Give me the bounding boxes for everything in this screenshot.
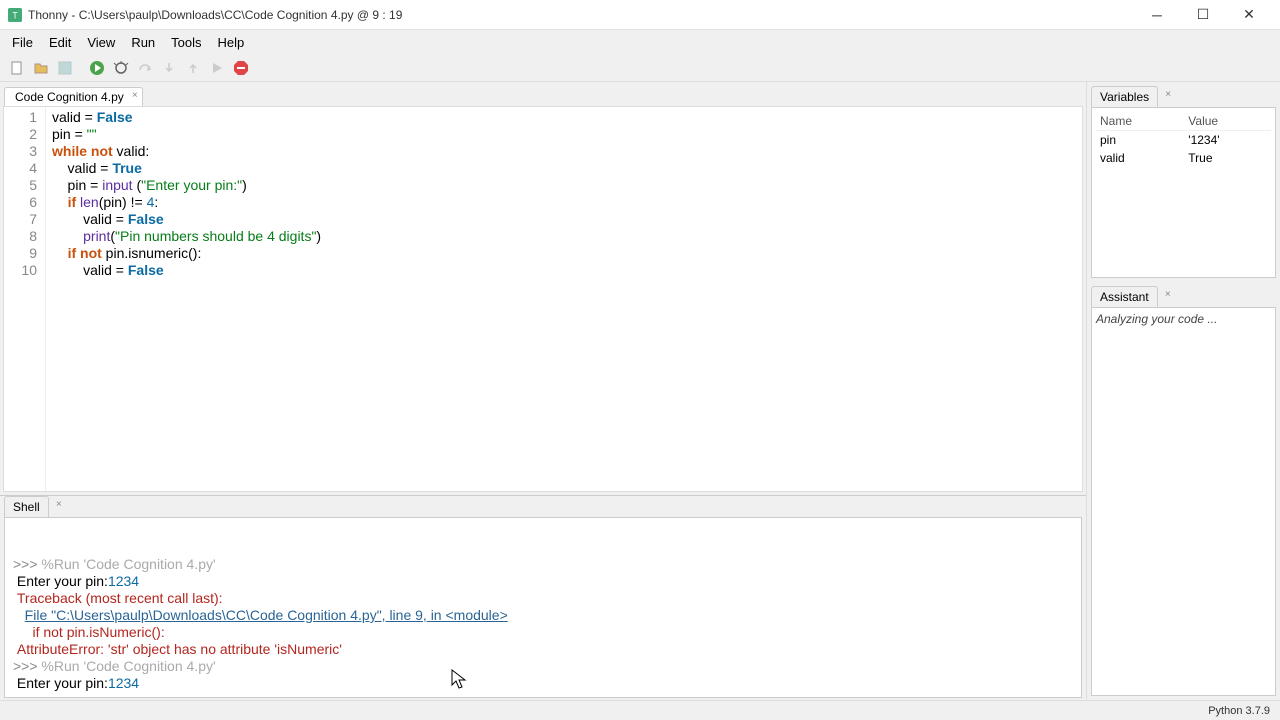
code-line[interactable]: valid = True bbox=[52, 160, 1076, 177]
var-value: True bbox=[1184, 149, 1271, 167]
app-icon: T bbox=[8, 8, 22, 22]
svg-text:T: T bbox=[12, 10, 18, 20]
menu-tools[interactable]: Tools bbox=[163, 33, 209, 52]
var-name: pin bbox=[1096, 131, 1184, 150]
tab-label: Code Cognition 4.py bbox=[15, 90, 124, 104]
code-line[interactable]: while not valid: bbox=[52, 143, 1076, 160]
editor-tabbar: Code Cognition 4.py × bbox=[0, 82, 1086, 106]
window-title: Thonny - C:\Users\paulp\Downloads\CC\Cod… bbox=[28, 8, 1134, 22]
line-number: 10 bbox=[4, 262, 37, 279]
debug-button[interactable] bbox=[110, 57, 132, 79]
step-out-button[interactable] bbox=[182, 57, 204, 79]
minimize-button[interactable]: ─ bbox=[1134, 0, 1180, 30]
code-line[interactable]: print("Pin numbers should be 4 digits") bbox=[52, 228, 1076, 245]
var-value: '1234' bbox=[1184, 131, 1271, 150]
resume-button[interactable] bbox=[206, 57, 228, 79]
stop-button[interactable] bbox=[230, 57, 252, 79]
maximize-button[interactable]: ☐ bbox=[1180, 0, 1226, 30]
line-number: 1 bbox=[4, 109, 37, 126]
code-line[interactable]: valid = False bbox=[52, 109, 1076, 126]
shell-line: File "C:\Users\paulp\Downloads\CC\Code C… bbox=[13, 607, 1073, 624]
line-number: 7 bbox=[4, 211, 37, 228]
code-line[interactable]: valid = False bbox=[52, 211, 1076, 228]
code-editor[interactable]: 12345678910 valid = Falsepin = ""while n… bbox=[3, 106, 1083, 492]
line-number: 4 bbox=[4, 160, 37, 177]
close-button[interactable]: ✕ bbox=[1226, 0, 1272, 30]
assistant-status: Analyzing your code ... bbox=[1096, 312, 1217, 326]
run-button[interactable] bbox=[86, 57, 108, 79]
shell-line: Traceback (most recent call last): bbox=[13, 590, 1073, 607]
menu-help[interactable]: Help bbox=[210, 33, 253, 52]
code-line[interactable]: valid = False bbox=[52, 262, 1076, 279]
toolbar bbox=[0, 54, 1280, 82]
step-over-button[interactable] bbox=[134, 57, 156, 79]
close-panel-icon[interactable]: × bbox=[1165, 89, 1171, 100]
var-header-name: Name bbox=[1096, 112, 1184, 131]
variable-row[interactable]: validTrue bbox=[1096, 149, 1271, 167]
var-header-value: Value bbox=[1184, 112, 1271, 131]
menu-file[interactable]: File bbox=[4, 33, 41, 52]
line-number: 2 bbox=[4, 126, 37, 143]
code-line[interactable]: pin = input ("Enter your pin:") bbox=[52, 177, 1076, 194]
shell-line: Enter your pin:1234 bbox=[13, 675, 1073, 692]
close-panel-icon[interactable]: × bbox=[1165, 289, 1171, 300]
code-line[interactable]: if len(pin) != 4: bbox=[52, 194, 1076, 211]
shell-line: >>> bbox=[13, 692, 1073, 698]
code-line[interactable]: if not pin.isnumeric(): bbox=[52, 245, 1076, 262]
var-name: valid bbox=[1096, 149, 1184, 167]
shell-line: if not pin.isNumeric(): bbox=[13, 624, 1073, 641]
shell-line: >>> %Run 'Code Cognition 4.py' bbox=[13, 658, 1073, 675]
close-panel-icon[interactable]: × bbox=[56, 499, 62, 510]
menu-edit[interactable]: Edit bbox=[41, 33, 79, 52]
assistant-panel-title: Assistant× bbox=[1091, 286, 1158, 307]
line-number: 5 bbox=[4, 177, 37, 194]
editor-tab[interactable]: Code Cognition 4.py × bbox=[4, 87, 143, 106]
menu-run[interactable]: Run bbox=[123, 33, 163, 52]
menu-view[interactable]: View bbox=[79, 33, 123, 52]
close-tab-icon[interactable]: × bbox=[132, 90, 138, 101]
open-file-button[interactable] bbox=[30, 57, 52, 79]
python-version[interactable]: Python 3.7.9 bbox=[1208, 705, 1270, 717]
variables-panel-title: Variables× bbox=[1091, 86, 1158, 107]
shell-line: AttributeError: 'str' object has no attr… bbox=[13, 641, 1073, 658]
shell-line: >>> %Run 'Code Cognition 4.py' bbox=[13, 556, 1073, 573]
line-number: 9 bbox=[4, 245, 37, 262]
variables-panel[interactable]: Name Value pin'1234'validTrue bbox=[1091, 107, 1276, 278]
menubar: FileEditViewRunToolsHelp bbox=[0, 30, 1280, 54]
assistant-panel: Analyzing your code ... bbox=[1091, 307, 1276, 696]
shell-output[interactable]: >>> %Run 'Code Cognition 4.py' Enter you… bbox=[4, 517, 1082, 698]
save-button[interactable] bbox=[54, 57, 76, 79]
line-number: 8 bbox=[4, 228, 37, 245]
shell-line: Enter your pin:1234 bbox=[13, 573, 1073, 590]
line-number: 3 bbox=[4, 143, 37, 160]
shell-panel-title: Shell× bbox=[4, 496, 49, 517]
code-line[interactable]: pin = "" bbox=[52, 126, 1076, 143]
statusbar: Python 3.7.9 bbox=[0, 700, 1280, 720]
titlebar: T Thonny - C:\Users\paulp\Downloads\CC\C… bbox=[0, 0, 1280, 30]
step-into-button[interactable] bbox=[158, 57, 180, 79]
variable-row[interactable]: pin'1234' bbox=[1096, 131, 1271, 150]
line-number: 6 bbox=[4, 194, 37, 211]
new-file-button[interactable] bbox=[6, 57, 28, 79]
